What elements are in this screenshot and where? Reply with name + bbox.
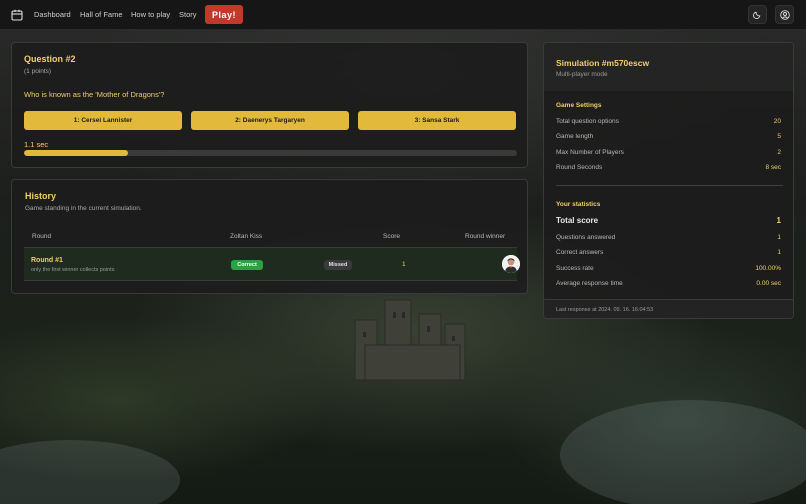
simulation-footer: Last response at 2024. 09. 16. 16:04:53 [544,299,793,318]
column-header-round: Round [32,233,52,240]
stat-label: Correct answers [556,249,604,256]
column-header-score: Score [383,233,400,240]
simulation-mode: Multi-player mode [556,71,608,78]
setting-value: 20 [773,118,781,125]
stat-label: Success rate [556,265,594,272]
setting-label: Max Number of Players [556,149,624,156]
nav-dashboard[interactable]: Dashboard [34,10,71,19]
calendar-logo-icon[interactable] [11,9,23,21]
person-avatar-icon [502,255,520,273]
stat-value: 100.00% [755,265,781,272]
lake-shape [560,400,806,504]
account-button[interactable] [775,5,794,24]
timer-label: 1.1 sec [24,140,49,149]
setting-value: 5 [777,133,781,140]
nav-hall-of-fame[interactable]: Hall of Fame [80,10,123,19]
column-header-player: Zoltan Kiss [230,233,263,240]
answer-option-3[interactable]: 3: Sansa Stark [358,111,516,130]
nav-how-to-play[interactable]: How to play [131,10,170,19]
simulation-card: Simulation #m570escw Multi-player mode G… [543,42,794,319]
round-note: only the first winner collects points [31,267,115,273]
answer-option-1[interactable]: 1: Cersei Lannister [24,111,182,130]
answer-option-2[interactable]: 2: Daenerys Targaryen [191,111,349,130]
top-navbar: Dashboard Hall of Fame How to play Story… [0,0,806,30]
setting-label: Total question options [556,118,619,125]
setting-label: Round Seconds [556,164,603,171]
castle-illustration [354,299,466,381]
moon-icon [753,11,761,19]
timer-progress-fill [24,150,128,156]
section-divider [556,185,783,186]
round-score: 1 [402,261,406,268]
setting-value: 2 [777,149,781,156]
history-card: History Game standing in the current sim… [11,179,528,294]
column-header-round-winner: Round winner [465,233,506,240]
stat-value: 1 [776,216,781,225]
last-response-text: Last response at 2024. 09. 16. 16:04:53 [556,307,654,313]
question-points: (1 points) [24,68,52,75]
game-settings-title: Game Settings [556,102,602,109]
correct-badge: Correct [231,260,263,270]
setting-label: Game length [556,133,594,140]
stat-label: Questions answered [556,234,616,241]
lake-shape-left [0,440,180,504]
stat-label: Average response time [556,280,623,287]
round-winner-avatar [502,255,520,273]
table-row: Round #1 only the first winner collects … [24,248,520,281]
stat-value: 0.00 sec [756,280,781,287]
stat-value: 1 [777,234,781,241]
missed-badge: Missed [324,260,352,270]
setting-value: 8 sec [765,164,781,171]
question-title: Question #2 [24,54,76,64]
question-card: Question #2 (1 points) Who is known as t… [11,42,528,168]
stat-value: 1 [777,249,781,256]
stat-label: Total score [556,216,599,225]
question-text: Who is known as the 'Mother of Dragons'? [24,90,165,99]
nav-story[interactable]: Story [179,10,197,19]
user-circle-icon [779,9,790,20]
your-statistics-title: Your statistics [556,201,601,208]
simulation-title: Simulation #m570escw [556,58,650,68]
timer-progress-bar [24,150,517,156]
history-title: History [25,191,57,201]
round-label: Round #1 [31,257,63,264]
history-subtitle: Game standing in the current simulation. [25,205,142,212]
play-button[interactable]: Play! [205,5,243,24]
theme-toggle-button[interactable] [748,5,767,24]
simulation-header: Simulation #m570escw Multi-player mode [544,43,793,91]
